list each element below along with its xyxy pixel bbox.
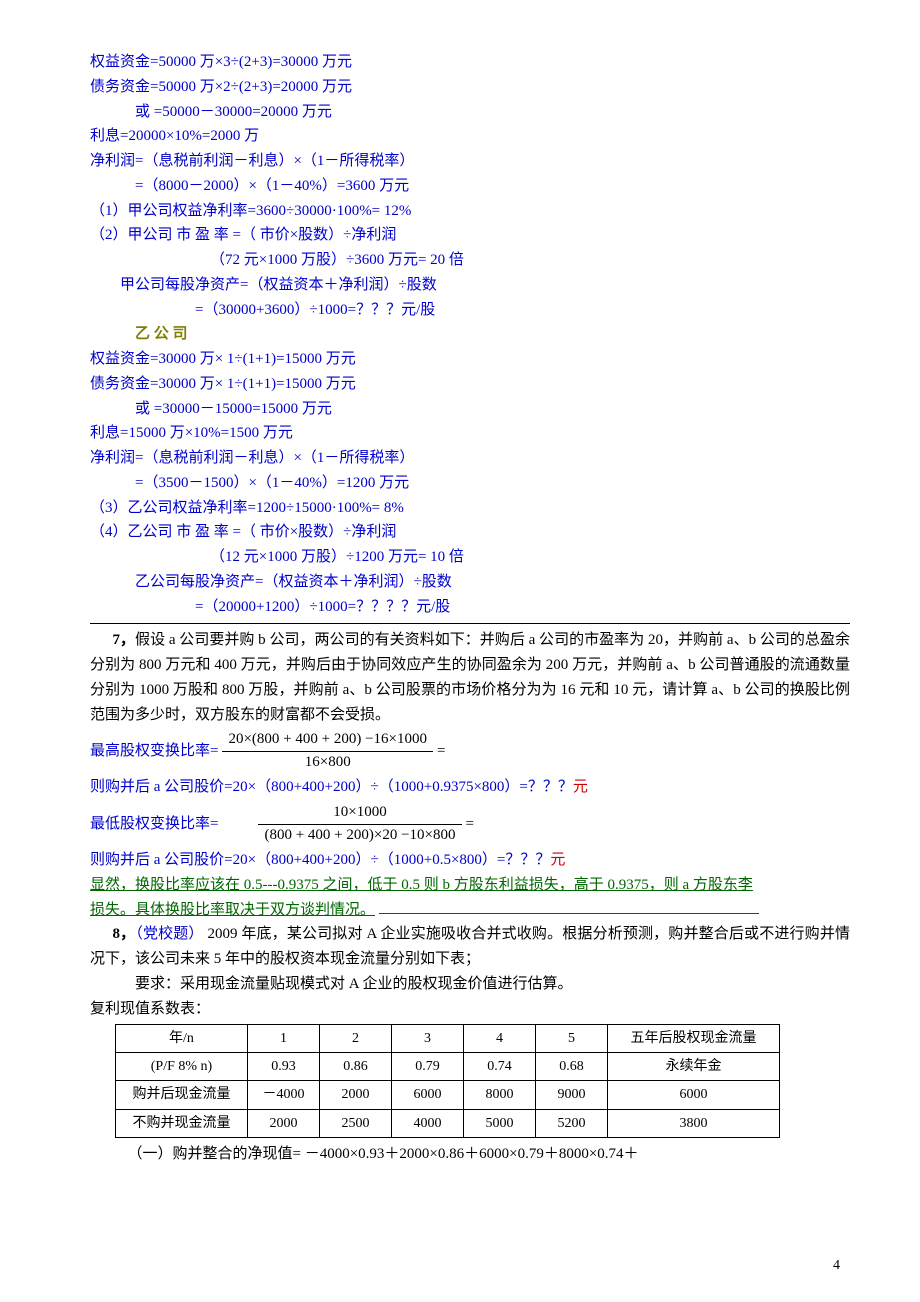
jia-line7: （1）甲公司权益净利率=3600÷30000·100%= 12% (90, 199, 850, 224)
fraction-max: 20×(800 + 400 + 200) −16×1000 16×800 (222, 730, 433, 772)
q7-max-after: 则购并后 a 公司股价=20×（800+400+200）÷（1000+0.937… (90, 775, 850, 800)
th4: 4 (464, 1025, 536, 1053)
separator-1 (90, 623, 850, 624)
jia-line5: 净利润=（息税前利润－利息）×（1－所得税率） (90, 149, 850, 174)
q7-max-label: 最高股权变换比率= (90, 739, 218, 764)
yi-line2: 债务资金=30000 万× 1÷(1+1)=15000 万元 (90, 372, 850, 397)
yi-line3: 或 =30000－15000=15000 万元 (90, 397, 850, 422)
th6: 五年后股权现金流量 (608, 1025, 780, 1053)
yi-line7: （3）乙公司权益净利率=1200÷15000·100%= 8% (90, 496, 850, 521)
jia-line3: 或 =50000－30000=20000 万元 (90, 100, 850, 125)
jia-line9: （72 元×1000 万股）÷3600 万元= 20 倍 (90, 248, 850, 273)
eq1: = (437, 739, 445, 764)
table-row: 购并后现金流量 －4000 2000 6000 8000 9000 6000 (116, 1081, 780, 1109)
q8-body: 8，（党校题） 2009 年底，某公司拟对 A 企业实施吸收合并式收购。根据分析… (90, 922, 850, 972)
q8-calc: （一）购并整合的净现值= －4000×0.93＋2000×0.86＋6000×0… (90, 1142, 850, 1167)
yi-line1: 权益资金=30000 万× 1÷(1+1)=15000 万元 (90, 347, 850, 372)
yi-line4: 利息=15000 万×10%=1500 万元 (90, 421, 850, 446)
jia-line1: 权益资金=50000 万×3÷(2+3)=30000 万元 (90, 50, 850, 75)
q7-body1: 假设 a 公司要并购 b 公司，两公司的有关资料如下：并购后 a 公司的市盈率为… (90, 632, 850, 722)
yi-line9: （12 元×1000 万股）÷1200 万元= 10 倍 (90, 545, 850, 570)
jia-line11: =（30000+3600）÷1000=？？？元/股 (90, 298, 850, 323)
q7-sum1: 显然，换股比率应该在 0.5---0.9375 之间，低于 0.5 则 b 方股… (90, 873, 850, 898)
q7-body: 7，假设 a 公司要并购 b 公司，两公司的有关资料如下：并购后 a 公司的市盈… (90, 628, 850, 727)
th2: 2 (320, 1025, 392, 1053)
frac-den2: (800 + 400 + 200)×20 −10×800 (258, 825, 461, 846)
yi-line10: 乙公司每股净资产=（权益资本＋净利润）÷股数 (90, 570, 850, 595)
q7-min-label: 最低股权变换比率= (90, 812, 218, 837)
yi-line11: =（20000+1200）÷1000=？？？？元/股 (90, 595, 850, 620)
frac-den: 16×800 (222, 752, 433, 773)
th1: 1 (248, 1025, 320, 1053)
q8-party: （党校题） (135, 926, 203, 942)
q8-tbl-title: 复利现值系数表： (90, 997, 850, 1022)
th3: 3 (392, 1025, 464, 1053)
jia-line2: 债务资金=50000 万×2÷(2+3)=20000 万元 (90, 75, 850, 100)
q7-sum2-row: 损失。具体换股比率取决于双方谈判情况。 (90, 898, 850, 923)
frac-num2: 10×1000 (258, 803, 461, 825)
table-row: (P/F 8% n) 0.93 0.86 0.79 0.74 0.68 永续年金 (116, 1053, 780, 1081)
page-number: 4 (833, 1254, 840, 1277)
q7-title: 7， (113, 632, 136, 648)
th5: 5 (536, 1025, 608, 1053)
table-header-row: 年/n 1 2 3 4 5 五年后股权现金流量 (116, 1025, 780, 1053)
frac-num: 20×(800 + 400 + 200) −16×1000 (222, 730, 433, 752)
fraction-min: 10×1000 (800 + 400 + 200)×20 −10×800 (258, 803, 461, 845)
yi-line6: =（3500－1500）×（1－40%）=1200 万元 (90, 471, 850, 496)
q8-prefix: 8， (113, 926, 136, 942)
jia-line6: =（8000－2000）×（1－40%）=3600 万元 (90, 174, 850, 199)
q8-req: 要求：采用现金流量贴现模式对 A 企业的股权现金价值进行估算。 (90, 972, 850, 997)
yi-title: 乙 公 司 (90, 322, 850, 347)
q7-max-formula: 最高股权变换比率= 20×(800 + 400 + 200) −16×1000 … (90, 730, 850, 772)
eq2: = (466, 812, 474, 837)
jia-line8: （2）甲公司 市 盈 率 =（ 市价×股数）÷净利润 (90, 223, 850, 248)
jia-line10: 甲公司每股净资产=（权益资本＋净利润）÷股数 (90, 273, 850, 298)
q7-min-formula: 最低股权变换比率= 10×1000 (800 + 400 + 200)×20 −… (90, 803, 850, 845)
jia-line4: 利息=20000×10%=2000 万 (90, 124, 850, 149)
table-row: 不购并现金流量 2000 2500 4000 5000 5200 3800 (116, 1109, 780, 1137)
q8-bodytext: 2009 年底，某公司拟对 A 企业实施吸收合并式收购。根据分析预测，购并整合后… (90, 926, 850, 967)
pv-table: 年/n 1 2 3 4 5 五年后股权现金流量 (P/F 8% n) 0.93 … (115, 1024, 780, 1137)
yi-line8: （4）乙公司 市 盈 率 =（ 市价×股数）÷净利润 (90, 520, 850, 545)
th0: 年/n (116, 1025, 248, 1053)
yi-line5: 净利润=（息税前利润－利息）×（1－所得税率） (90, 446, 850, 471)
q7-min-after: 则购并后 a 公司股价=20×（800+400+200）÷（1000+0.5×8… (90, 848, 850, 873)
